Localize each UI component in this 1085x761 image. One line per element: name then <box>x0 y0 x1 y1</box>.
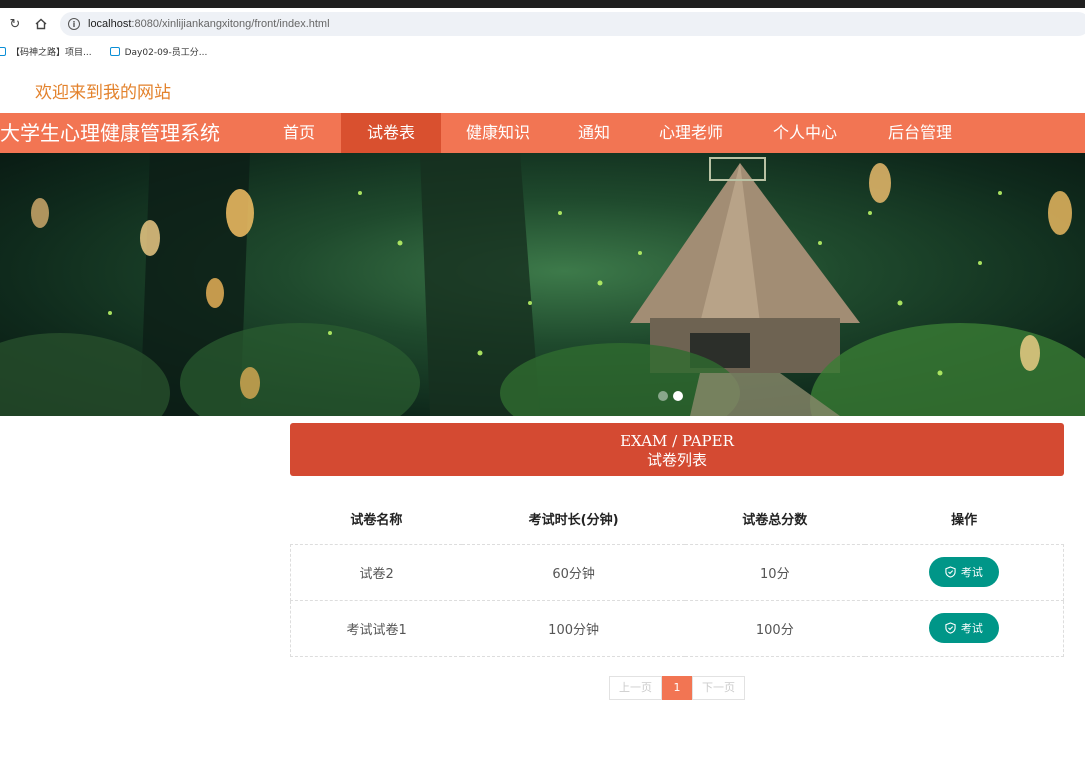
shield-check-icon <box>945 566 956 578</box>
browser-top-strip <box>0 0 1085 8</box>
cell-action: 考试 <box>864 543 1064 601</box>
nav-item-papers[interactable]: 试卷表 <box>341 113 441 153</box>
cell-duration: 60分钟 <box>462 543 685 601</box>
nav-item-profile[interactable]: 个人中心 <box>758 113 852 153</box>
banner-image <box>0 153 1085 416</box>
url-field[interactable]: i localhost:8080/xinlijiankangxitong/fro… <box>60 12 1085 36</box>
table-header-row: 试卷名称 考试时长(分钟) 试卷总分数 操作 <box>291 494 1064 544</box>
bookmarks-bar: 【码神之路】项目... Day02-09-员工分... <box>0 40 1085 62</box>
main-navbar: 大学生心理健康管理系统 首页 试卷表 健康知识 通知 心理老师 个人中心 后台管… <box>0 113 1085 153</box>
bookmark-item[interactable]: Day02-09-员工分... <box>109 45 208 58</box>
cell-paper-name: 试卷2 <box>290 543 463 601</box>
cell-score: 100分 <box>684 599 865 657</box>
prev-page-button[interactable]: 上一页 <box>609 676 662 700</box>
exam-button[interactable]: 考试 <box>928 557 999 587</box>
site-brand: 大学生心理健康管理系统 <box>0 121 220 145</box>
nav-item-home[interactable]: 首页 <box>258 113 340 153</box>
home-icon[interactable] <box>32 15 50 33</box>
section-title-en: EXAM / PAPER <box>620 432 734 450</box>
cell-action: 考试 <box>864 599 1064 657</box>
bookmark-icon <box>109 46 120 56</box>
page-number-current[interactable]: 1 <box>662 676 692 700</box>
nav-item-admin[interactable]: 后台管理 <box>872 113 968 153</box>
bookmark-item[interactable]: 【码神之路】项目... <box>0 45 92 58</box>
bookmark-label: Day02-09-员工分... <box>124 47 208 58</box>
welcome-text: 欢迎来到我的网站 <box>35 83 171 103</box>
banner-carousel[interactable] <box>0 153 1085 416</box>
column-header-score: 试卷总分数 <box>742 513 808 529</box>
column-header-name: 试卷名称 <box>350 513 403 529</box>
info-icon[interactable]: i <box>68 18 80 30</box>
cell-paper-name: 考试试卷1 <box>290 599 463 657</box>
exam-button-label: 考试 <box>960 623 983 635</box>
url-text: localhost:8080/xinlijiankangxitong/front… <box>88 18 330 30</box>
section-title-cn: 试卷列表 <box>646 451 707 469</box>
carousel-dot-active[interactable] <box>673 391 683 401</box>
table-row: 试卷2 60分钟 10分 考试 <box>290 543 1064 601</box>
column-header-duration: 考试时长(分钟) <box>528 513 619 529</box>
reload-icon[interactable]: ↻ <box>6 15 24 33</box>
section-header: EXAM / PAPER 试卷列表 <box>290 423 1064 476</box>
table-row: 考试试卷1 100分钟 100分 考试 <box>290 599 1064 657</box>
nav-item-teachers[interactable]: 心理老师 <box>644 113 738 153</box>
exam-button[interactable]: 考试 <box>928 613 999 643</box>
pagination: 上一页 1 下一页 <box>609 676 745 700</box>
bookmark-label: 【码神之路】项目... <box>11 47 92 58</box>
browser-address-bar: ↻ i localhost:8080/xinlijiankangxitong/f… <box>0 8 1085 40</box>
shield-check-icon <box>945 622 956 634</box>
column-header-action: 操作 <box>951 513 978 529</box>
next-page-button[interactable]: 下一页 <box>692 676 745 700</box>
nav-item-notice[interactable]: 通知 <box>560 113 628 153</box>
paper-table: 试卷名称 考试时长(分钟) 试卷总分数 操作 试卷2 60分钟 10分 考试 考… <box>290 494 1064 657</box>
cell-duration: 100分钟 <box>462 599 685 657</box>
cell-score: 10分 <box>684 543 865 601</box>
bookmark-icon <box>0 46 6 56</box>
exam-button-label: 考试 <box>960 567 983 579</box>
nav-item-health-knowledge[interactable]: 健康知识 <box>452 113 544 153</box>
carousel-dot[interactable] <box>658 391 668 401</box>
